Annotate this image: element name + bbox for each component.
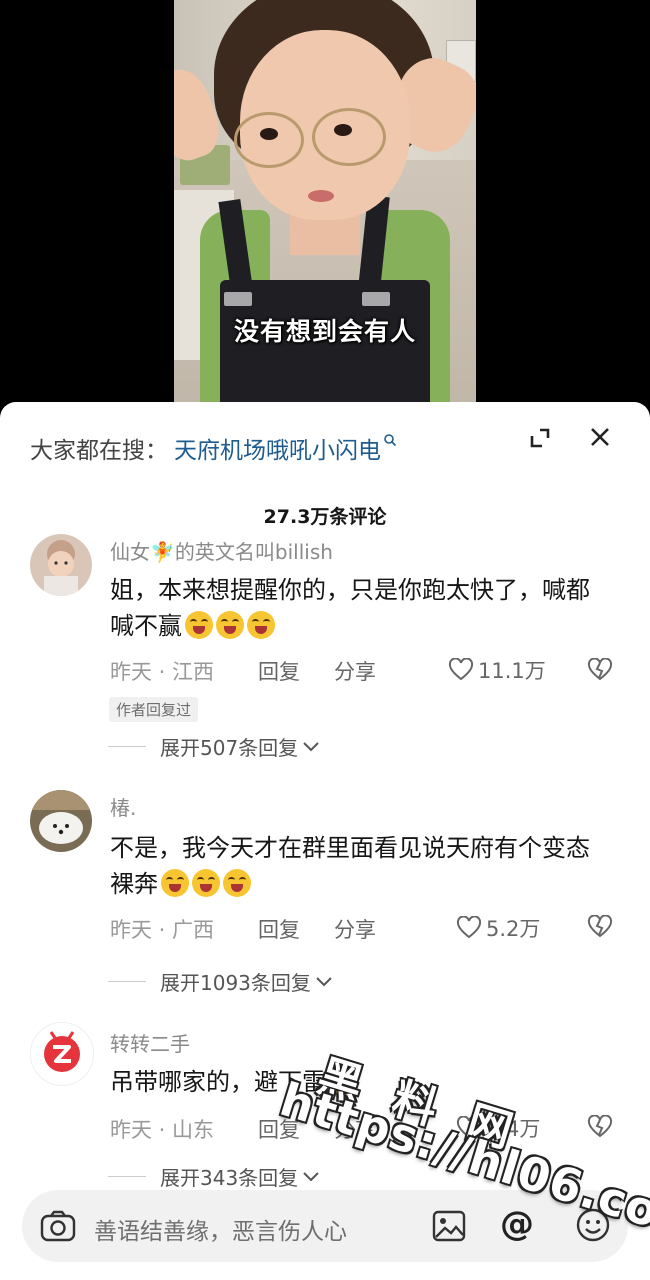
like-button[interactable]: 5.2万 xyxy=(456,913,540,943)
comment-author[interactable]: 转转二手 xyxy=(110,1028,190,1057)
dislike-button[interactable] xyxy=(587,914,613,943)
broken-heart-icon xyxy=(587,657,613,681)
comment-input[interactable]: 善语结善缘，恶言伤人心 xyxy=(94,1212,347,1246)
broken-heart-icon xyxy=(587,1114,613,1138)
chevron-down-icon xyxy=(316,976,332,986)
dislike-button[interactable] xyxy=(587,657,613,686)
expand-replies-label: 展开343条回复 xyxy=(160,1166,299,1190)
crying-laughing-emoji-icon xyxy=(247,611,275,639)
comment-count: 27.3万条评论 xyxy=(263,506,387,528)
mention-icon[interactable]: @ xyxy=(500,1204,534,1244)
comment-text-content: 姐，本来想提醒你的，只是你跑太快了，喊都喊不赢 xyxy=(110,576,590,640)
comment-time-location: 昨天 · 江西 xyxy=(110,660,215,684)
avatar[interactable] xyxy=(30,1022,94,1086)
chevron-down-icon xyxy=(303,1171,319,1181)
share-button[interactable]: 分享 xyxy=(334,656,376,686)
crying-emoji-icon xyxy=(161,869,189,897)
expand-replies-button[interactable]: 展开1093条回复 xyxy=(108,967,333,996)
comment-text: 姐，本来想提醒你的，只是你跑太快了，喊都喊不赢 xyxy=(110,572,610,644)
heart-icon xyxy=(456,916,482,939)
expand-replies-button[interactable]: 展开507条回复 xyxy=(108,732,320,761)
video-player[interactable]: 没有想到会有人 xyxy=(0,0,650,420)
trending-search[interactable]: 大家都在搜： 天府机场哦吼小闪电 xyxy=(30,432,397,464)
comment-time-location: 昨天 · 山东 xyxy=(110,1118,215,1142)
close-icon[interactable] xyxy=(587,424,613,450)
image-icon[interactable] xyxy=(432,1210,466,1246)
like-count: 5.2万 xyxy=(486,917,541,941)
expand-replies-button[interactable]: 展开343条回复 xyxy=(108,1162,320,1191)
broken-heart-icon xyxy=(587,914,613,938)
reply-button[interactable]: 回复 xyxy=(258,914,300,944)
avatar[interactable] xyxy=(30,790,92,852)
crying-emoji-icon xyxy=(192,869,220,897)
like-count: 11.1万 xyxy=(478,659,546,683)
dislike-button[interactable] xyxy=(587,1114,613,1143)
comment-author[interactable]: 椿. xyxy=(110,792,136,821)
avatar[interactable] xyxy=(30,534,92,596)
chevron-down-icon xyxy=(303,741,319,751)
share-button[interactable]: 分享 xyxy=(334,914,376,944)
expand-replies-label: 展开1093条回复 xyxy=(160,971,311,995)
comment-sheet: 大家都在搜： 天府机场哦吼小闪电 27.3万条评论 仙女🧚的英文名叫billis… xyxy=(0,402,650,1280)
trending-search-label: 大家都在搜： xyxy=(30,438,168,464)
comment-author[interactable]: 仙女🧚的英文名叫billish xyxy=(110,536,333,565)
trending-search-term[interactable]: 天府机场哦吼小闪电 xyxy=(174,431,381,465)
comment-text: 不是，我今天才在群里面看见说天府有个变态裸奔 xyxy=(110,830,610,902)
camera-icon[interactable] xyxy=(40,1210,76,1246)
video-subtitle: 没有想到会有人 xyxy=(233,317,416,346)
comment-time-location: 昨天 · 广西 xyxy=(110,918,215,942)
crying-emoji-icon xyxy=(223,869,251,897)
crying-laughing-emoji-icon xyxy=(216,611,244,639)
search-icon xyxy=(383,433,397,451)
like-button[interactable]: 11.1万 xyxy=(448,655,546,685)
collapse-icon[interactable] xyxy=(528,426,552,450)
crying-laughing-emoji-icon xyxy=(185,611,213,639)
heart-icon xyxy=(448,658,474,681)
video-frame xyxy=(174,0,476,420)
reply-button[interactable]: 回复 xyxy=(258,656,300,686)
author-replied-badge: 作者回复过 xyxy=(109,697,199,722)
expand-replies-label: 展开507条回复 xyxy=(160,736,299,760)
